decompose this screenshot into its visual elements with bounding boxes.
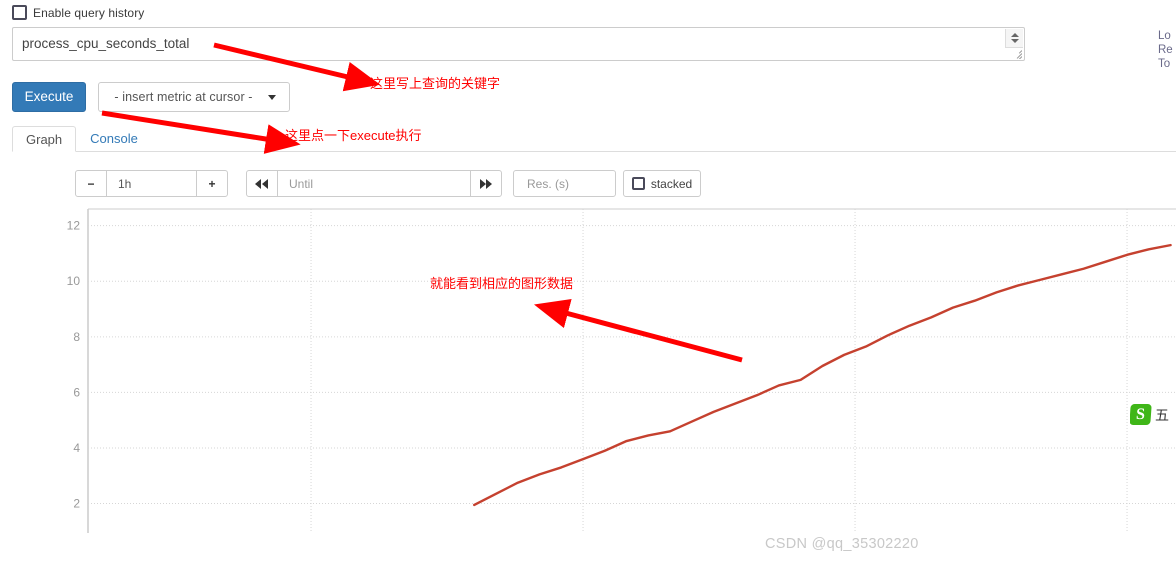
annotation-query-keyword: 这里写上查询的关键字 xyxy=(370,76,501,91)
range-decrease-button[interactable]: − xyxy=(75,170,107,197)
spinner-down-icon[interactable] xyxy=(1010,39,1019,43)
query-expression-value: process_cpu_seconds_total xyxy=(22,36,190,51)
y-axis-tick-label: 2 xyxy=(73,497,80,511)
enable-query-history-label: Enable query history xyxy=(33,5,145,20)
insert-metric-select-value: - insert metric at cursor - xyxy=(114,90,253,104)
tab-console[interactable]: Console xyxy=(76,125,152,151)
execute-button[interactable]: Execute xyxy=(12,82,86,112)
insert-metric-select[interactable]: - insert metric at cursor - xyxy=(98,82,290,112)
range-increase-button[interactable]: + xyxy=(196,170,228,197)
until-control-group: Until xyxy=(246,170,502,197)
annotation-see-graph-data: 就能看到相应的图形数据 xyxy=(430,276,574,291)
y-axis-tick-label: 8 xyxy=(73,330,80,344)
enable-query-history-row[interactable]: Enable query history xyxy=(12,5,144,20)
annotation-click-execute: 这里点一下execute执行 xyxy=(285,128,422,143)
enable-query-history-checkbox[interactable] xyxy=(12,5,27,20)
range-control-group: − 1h + xyxy=(75,170,228,197)
until-input[interactable]: Until xyxy=(278,170,470,197)
query-stats-line-2: Re xyxy=(1158,44,1173,56)
query-expression-input[interactable]: process_cpu_seconds_total xyxy=(12,27,1025,61)
graph-plot[interactable]: 2 4 6 8 10 12 xyxy=(40,205,1176,535)
step-backward-icon xyxy=(255,178,268,189)
query-spinner[interactable] xyxy=(1005,29,1023,48)
textarea-resize-handle[interactable] xyxy=(1010,47,1022,59)
y-axis-tick-label: 12 xyxy=(67,219,81,233)
tab-graph[interactable]: Graph xyxy=(12,126,77,152)
stacked-checkbox[interactable] xyxy=(631,177,645,190)
y-axis-tick-label: 4 xyxy=(73,441,80,455)
resolution-input[interactable]: Res. (s) xyxy=(513,170,616,197)
series-line xyxy=(473,243,1172,507)
resolution-control-group: Res. (s) xyxy=(513,170,616,197)
sogou-logo-icon: S xyxy=(1130,404,1152,425)
y-axis-tick-label: 6 xyxy=(73,385,80,399)
stacked-toggle[interactable]: stacked xyxy=(623,170,701,197)
range-input[interactable]: 1h xyxy=(107,170,196,197)
csdn-watermark: CSDN @qq_35302220 xyxy=(765,536,919,552)
query-stats: Lo Re To xyxy=(1158,29,1176,71)
panel-tabs: Graph Console xyxy=(12,126,1176,152)
step-backward-button[interactable] xyxy=(246,170,278,197)
step-forward-button[interactable] xyxy=(470,170,502,197)
query-stats-line-1: Lo xyxy=(1158,30,1171,42)
query-stats-line-3: To xyxy=(1158,58,1171,70)
sogou-badge-text: 五 xyxy=(1155,406,1169,423)
spinner-up-icon[interactable] xyxy=(1010,33,1019,37)
y-axis-tick-label: 10 xyxy=(67,274,81,288)
stacked-control-group: stacked xyxy=(623,170,701,197)
step-forward-icon xyxy=(480,178,492,189)
graph-plot-svg: 2 4 6 8 10 12 xyxy=(67,208,1176,533)
chevron-down-icon xyxy=(268,94,276,100)
sogou-badge: S 五 xyxy=(1130,404,1176,425)
stacked-label: stacked xyxy=(650,176,693,191)
